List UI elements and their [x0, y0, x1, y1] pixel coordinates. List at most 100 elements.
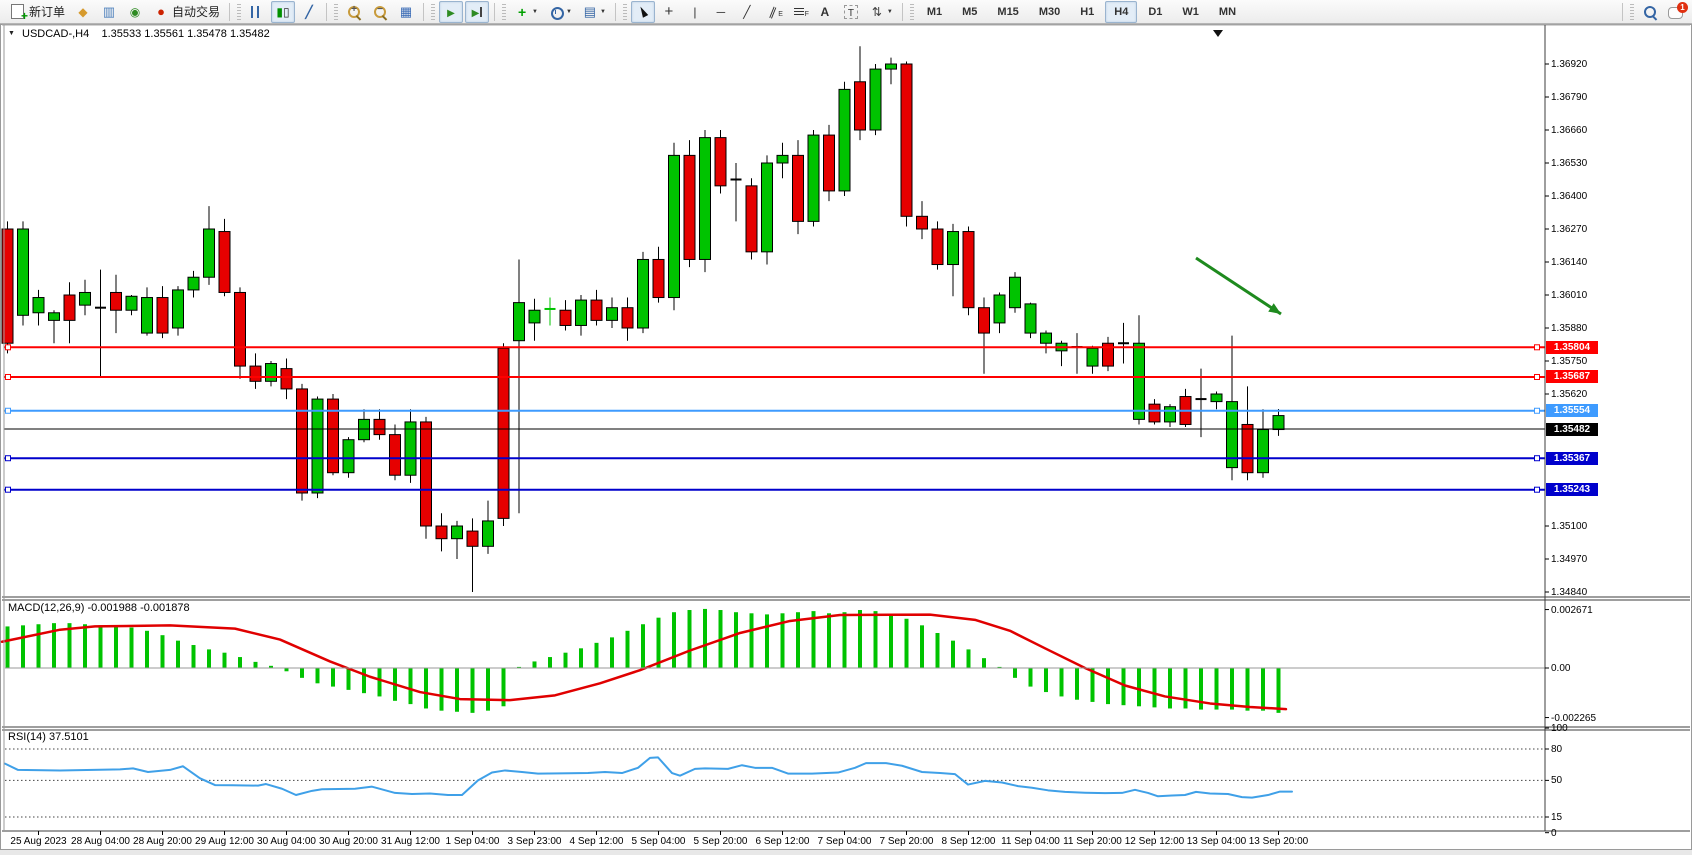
- chevron-down-icon[interactable]: ▼: [887, 9, 893, 15]
- candle-body: [839, 89, 850, 191]
- hline-handle[interactable]: [6, 345, 11, 350]
- tf-h1-button-label: H1: [1075, 6, 1099, 18]
- tf-mn-button[interactable]: MN: [1210, 1, 1245, 23]
- auto-scroll-icon: [443, 4, 459, 20]
- indicators-button[interactable]: ▼: [510, 1, 542, 23]
- search-button[interactable]: [1638, 1, 1662, 23]
- candle-body: [1149, 404, 1160, 422]
- tf-w1-button-label: W1: [1177, 6, 1204, 18]
- trendline-button[interactable]: [735, 1, 759, 23]
- chevron-down-icon[interactable]: ▼: [566, 9, 572, 15]
- trendline-icon: [739, 4, 755, 20]
- template-icon: [582, 4, 598, 20]
- price-tick-label: 1.36010: [1551, 290, 1587, 301]
- price-tick-label: 1.34970: [1551, 554, 1587, 565]
- tf-m15-button-label: M15: [992, 6, 1023, 18]
- new-order-button[interactable]: 新订单: [5, 1, 69, 23]
- toolbar-separator: [326, 3, 327, 21]
- toolbar-grip: [910, 4, 914, 20]
- tf-w1-button[interactable]: W1: [1173, 1, 1208, 23]
- fibonacci-icon: [791, 4, 807, 20]
- chevron-down-icon[interactable]: ▼: [600, 9, 606, 15]
- candle-body: [80, 292, 91, 305]
- price-tag: 1.35243: [1546, 483, 1598, 496]
- label-button[interactable]: [839, 1, 863, 23]
- hline-handle[interactable]: [1535, 345, 1540, 350]
- toolbar-group-insert: ▼ ▼ ▼: [509, 0, 611, 24]
- candle-body: [452, 526, 463, 539]
- zoom-in-button[interactable]: +: [342, 1, 366, 23]
- price-tick-label: 1.36140: [1551, 257, 1587, 268]
- channel-button[interactable]: [761, 1, 785, 23]
- horizontal-line-button[interactable]: [709, 1, 733, 23]
- fibonacci-button[interactable]: [787, 1, 811, 23]
- hline-handle[interactable]: [6, 456, 11, 461]
- candle-body: [514, 303, 525, 341]
- price-tag: 1.35554: [1546, 404, 1598, 417]
- indicators-icon: [514, 4, 530, 20]
- zoom-sign: −: [375, 4, 385, 16]
- hline-handle[interactable]: [6, 408, 11, 413]
- date-label: 12 Sep 12:00: [1125, 836, 1185, 847]
- tf-d1-button[interactable]: D1: [1139, 1, 1171, 23]
- arrows-button[interactable]: ▼: [865, 1, 897, 23]
- templates-button[interactable]: ▼: [578, 1, 610, 23]
- hline-handle[interactable]: [1535, 408, 1540, 413]
- auto-trading-button[interactable]: 自动交易: [149, 1, 224, 23]
- candle-body: [18, 229, 29, 315]
- hline-handle[interactable]: [1535, 374, 1540, 379]
- text-button[interactable]: [813, 1, 837, 23]
- auto-scroll-button[interactable]: [439, 1, 463, 23]
- hline-handle[interactable]: [6, 374, 11, 379]
- tf-m1-button[interactable]: M1: [918, 1, 951, 23]
- candle-body: [746, 186, 757, 252]
- collapse-icon[interactable]: [8, 28, 19, 40]
- candle-body: [684, 155, 695, 259]
- periods-button[interactable]: ▼: [544, 1, 576, 23]
- tf-m15-button[interactable]: M15: [988, 1, 1027, 23]
- candle-body: [204, 229, 215, 277]
- tf-m30-button[interactable]: M30: [1030, 1, 1069, 23]
- crosshair-button[interactable]: [657, 1, 681, 23]
- hline-handle[interactable]: [1535, 456, 1540, 461]
- chat-icon: 1: [1668, 7, 1683, 19]
- rsi-tick-label: 100: [1551, 723, 1568, 734]
- candle-body: [979, 308, 990, 333]
- candle-body: [1211, 394, 1222, 402]
- price-tick-label: 1.36660: [1551, 125, 1587, 136]
- macd-tick-label: 0.00: [1551, 663, 1570, 674]
- candle-body: [963, 232, 974, 308]
- bar-chart-button[interactable]: [245, 1, 269, 23]
- hline-handle[interactable]: [6, 487, 11, 492]
- toolbar-grip: [334, 4, 338, 20]
- macd-tick-label: -0.002265: [1551, 713, 1596, 724]
- candle-body: [607, 308, 618, 321]
- tile-windows-button[interactable]: [394, 1, 418, 23]
- price-tick-label: 1.35620: [1551, 389, 1587, 400]
- hline-handle[interactable]: [1535, 487, 1540, 492]
- tf-h4-button[interactable]: H4: [1105, 1, 1137, 23]
- data-window-button[interactable]: [97, 1, 121, 23]
- chart-canvas[interactable]: [0, 0, 1692, 855]
- market-watch-button[interactable]: [71, 1, 95, 23]
- zoom-out-button[interactable]: −: [368, 1, 392, 23]
- tf-m1-button-label: M1: [922, 6, 947, 18]
- candlestick-button[interactable]: [271, 1, 295, 23]
- notification-button[interactable]: 1: [1664, 1, 1687, 23]
- cursor-button[interactable]: [631, 1, 655, 23]
- chevron-down-icon[interactable]: ▼: [532, 9, 538, 15]
- candle-body: [436, 526, 447, 539]
- date-label: 4 Sep 12:00: [570, 836, 624, 847]
- tf-m5-button[interactable]: M5: [953, 1, 986, 23]
- candle-body: [700, 138, 711, 260]
- line-chart-button[interactable]: [297, 1, 321, 23]
- candle-body: [653, 259, 664, 297]
- notification-badge: 1: [1677, 2, 1688, 13]
- vertical-line-button[interactable]: [683, 1, 707, 23]
- signal-button[interactable]: [123, 1, 147, 23]
- chart-shift-button[interactable]: [465, 1, 489, 23]
- tf-h1-button[interactable]: H1: [1071, 1, 1103, 23]
- rsi-indicator-label: RSI(14) 37.5101: [8, 731, 89, 743]
- channel-icon: [765, 4, 781, 20]
- toolbar-grip: [623, 4, 627, 20]
